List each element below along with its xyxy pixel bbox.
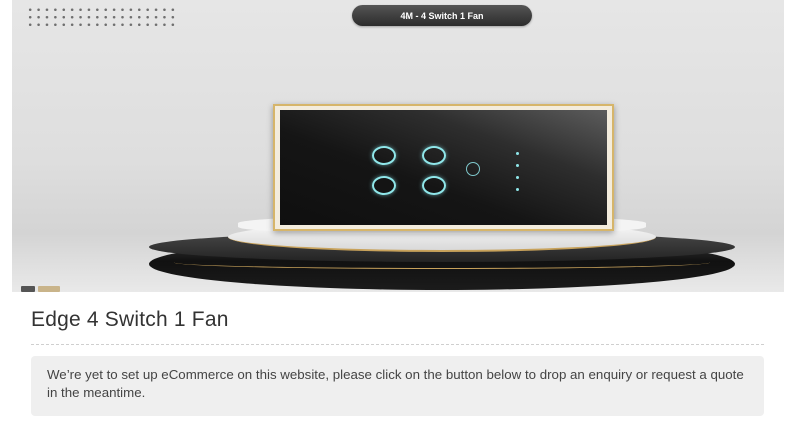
touch-button-3: [372, 176, 396, 195]
model-badge: 4M - 4 Switch 1 Fan: [352, 5, 532, 26]
product-image[interactable]: 4M - 4 Switch 1 Fan: [12, 0, 784, 292]
product-title: Edge 4 Switch 1 Fan: [31, 308, 229, 331]
touch-button-2: [422, 146, 446, 165]
touch-button-1: [372, 146, 396, 165]
fan-level-led-2: [516, 164, 519, 167]
gallery-thumbnail-1[interactable]: [21, 286, 35, 292]
fan-level-led-1: [516, 152, 519, 155]
divider: [31, 344, 764, 345]
fan-level-led-3: [516, 176, 519, 179]
switch-panel: [273, 104, 614, 231]
fan-level-led-4: [516, 188, 519, 191]
glass-panel: [280, 110, 607, 225]
touch-button-4: [422, 176, 446, 195]
dot-grid-decoration: [26, 6, 176, 28]
pedestal-gold-trim: [174, 256, 710, 269]
fan-icon: [466, 162, 480, 176]
gallery-thumbnail-2[interactable]: [38, 286, 60, 292]
ecommerce-notice: We’re yet to set up eCommerce on this we…: [31, 356, 764, 416]
